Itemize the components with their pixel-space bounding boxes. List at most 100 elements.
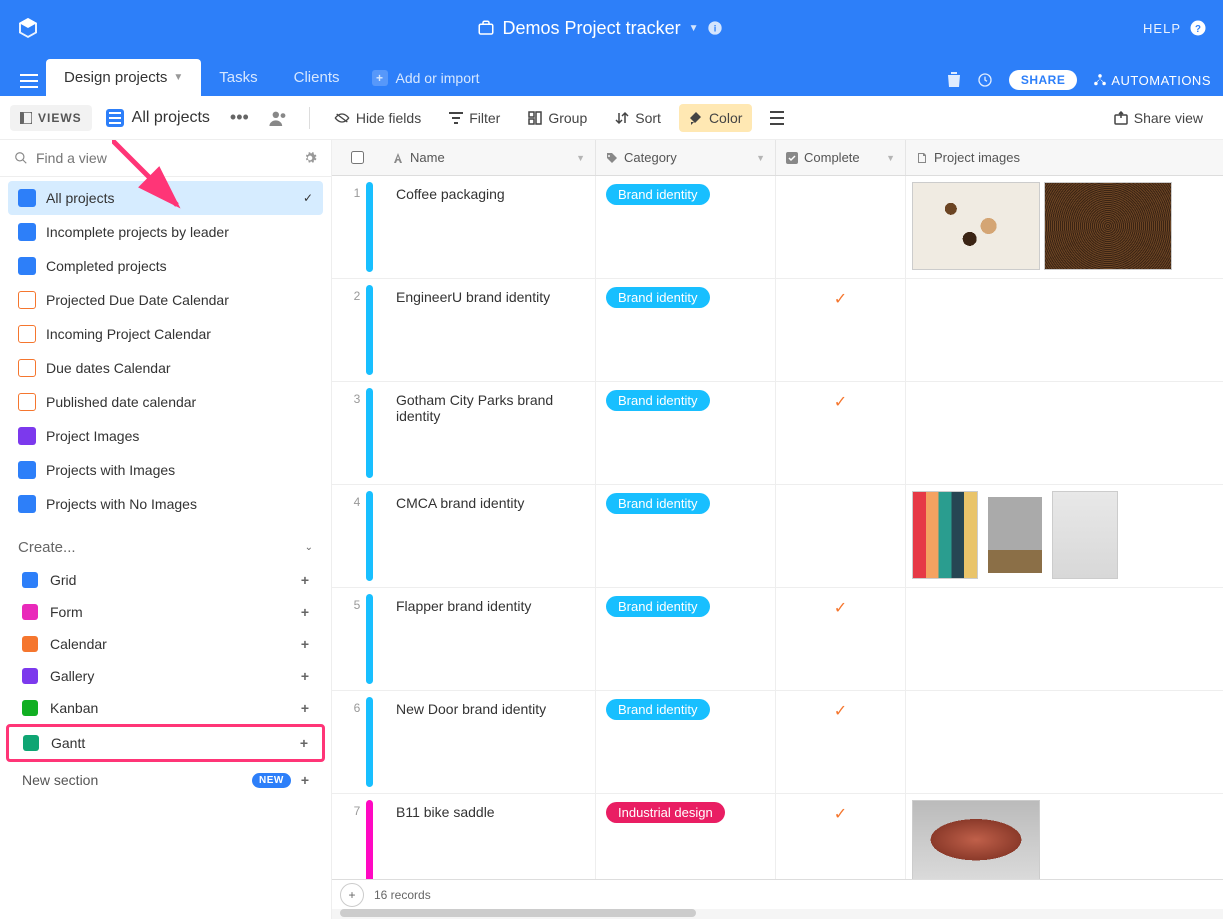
create-view-form[interactable]: Form+ xyxy=(8,596,323,628)
cell-images[interactable] xyxy=(906,176,1223,278)
cell-category[interactable]: Brand identity xyxy=(596,176,776,278)
sidebar-view-item[interactable]: Due dates Calendar xyxy=(8,351,323,385)
create-view-gallery[interactable]: Gallery+ xyxy=(8,660,323,692)
collaborators-icon[interactable] xyxy=(263,110,295,126)
automations-button[interactable]: AUTOMATIONS xyxy=(1093,73,1211,88)
share-view-button[interactable]: Share view xyxy=(1104,104,1213,132)
cell-name[interactable]: CMCA brand identity xyxy=(382,485,596,587)
cell-name[interactable]: Flapper brand identity xyxy=(382,588,596,690)
image-thumbnail[interactable] xyxy=(912,491,978,579)
cell-complete[interactable]: ✓ xyxy=(776,588,906,690)
gear-icon[interactable] xyxy=(303,151,317,165)
filter-button[interactable]: Filter xyxy=(439,104,510,132)
cell-complete[interactable] xyxy=(776,176,906,278)
sidebar-view-item[interactable]: Projects with Images xyxy=(8,453,323,487)
sidebar-view-item[interactable]: Published date calendar xyxy=(8,385,323,419)
cell-name[interactable]: Coffee packaging xyxy=(382,176,596,278)
cell-images[interactable] xyxy=(906,794,1223,879)
table-tab[interactable]: Clients xyxy=(276,59,358,96)
create-view-grid[interactable]: Grid+ xyxy=(8,564,323,596)
views-sidebar: All projects✓Incomplete projects by lead… xyxy=(0,140,332,919)
cell-category[interactable]: Brand identity xyxy=(596,588,776,690)
group-button[interactable]: Group xyxy=(518,104,597,132)
info-icon[interactable]: i xyxy=(707,20,723,36)
current-view-name[interactable]: All projects xyxy=(100,109,216,127)
horizontal-scrollbar[interactable] xyxy=(332,909,1223,919)
sidebar-view-item[interactable]: Projects with No Images xyxy=(8,487,323,521)
sort-button[interactable]: Sort xyxy=(605,104,671,132)
cell-complete[interactable]: ✓ xyxy=(776,382,906,484)
sidebar-view-item[interactable]: Incomplete projects by leader xyxy=(8,215,323,249)
cell-complete[interactable]: ✓ xyxy=(776,279,906,381)
create-view-gantt[interactable]: Gantt+ xyxy=(6,724,325,762)
row-height-button[interactable] xyxy=(760,105,794,131)
select-all-checkbox[interactable] xyxy=(351,151,364,164)
create-section-header[interactable]: Create...⌄ xyxy=(0,525,331,564)
new-section-button[interactable]: New section NEW + xyxy=(0,762,331,798)
chevron-down-icon[interactable]: ▼ xyxy=(689,23,699,34)
cell-complete[interactable] xyxy=(776,485,906,587)
color-button[interactable]: Color xyxy=(679,104,752,132)
cell-name[interactable]: New Door brand identity xyxy=(382,691,596,793)
cell-complete[interactable]: ✓ xyxy=(776,691,906,793)
cell-category[interactable]: Brand identity xyxy=(596,279,776,381)
sidebar-view-item[interactable]: Project Images xyxy=(8,419,323,453)
cell-images[interactable] xyxy=(906,382,1223,484)
history-icon[interactable] xyxy=(977,72,993,88)
cell-category[interactable]: Brand identity xyxy=(596,382,776,484)
cell-complete[interactable]: ✓ xyxy=(776,794,906,879)
column-header-name[interactable]: Name▼ xyxy=(382,140,596,175)
cell-name[interactable]: Gotham City Parks brand identity xyxy=(382,382,596,484)
cell-images[interactable] xyxy=(906,279,1223,381)
grid-row[interactable]: 3 Gotham City Parks brand identity Brand… xyxy=(332,382,1223,485)
help-link[interactable]: HELP xyxy=(1143,21,1181,36)
cell-images[interactable] xyxy=(906,485,1223,587)
image-thumbnail[interactable] xyxy=(912,800,1040,879)
grid-row[interactable]: 2 EngineerU brand identity Brand identit… xyxy=(332,279,1223,382)
cell-images[interactable] xyxy=(906,691,1223,793)
create-view-kanban[interactable]: Kanban+ xyxy=(8,692,323,724)
image-thumbnail[interactable] xyxy=(982,491,1048,579)
column-header-complete[interactable]: Complete▼ xyxy=(776,140,906,175)
base-title[interactable]: Demos Project tracker xyxy=(503,18,681,39)
sidebar-view-item[interactable]: All projects✓ xyxy=(8,181,323,215)
column-header-images[interactable]: Project images xyxy=(906,140,1223,175)
cell-category[interactable]: Industrial design xyxy=(596,794,776,879)
grid-row[interactable]: 4 CMCA brand identity Brand identity xyxy=(332,485,1223,588)
cell-category[interactable]: Brand identity xyxy=(596,691,776,793)
image-thumbnail[interactable] xyxy=(1044,182,1172,270)
sidebar-view-item[interactable]: Completed projects xyxy=(8,249,323,283)
grid-view: Name▼ Category▼ Complete▼ Project images… xyxy=(332,140,1223,919)
share-button[interactable]: SHARE xyxy=(1009,70,1078,90)
table-tab[interactable]: Design projects▼ xyxy=(46,59,201,96)
plus-icon: + xyxy=(301,772,309,788)
grid-row[interactable]: 7 B11 bike saddle Industrial design ✓ xyxy=(332,794,1223,879)
app-logo[interactable] xyxy=(16,16,40,40)
column-header-category[interactable]: Category▼ xyxy=(596,140,776,175)
grid-row[interactable]: 6 New Door brand identity Brand identity… xyxy=(332,691,1223,794)
menu-icon[interactable] xyxy=(12,66,46,96)
cell-images[interactable] xyxy=(906,588,1223,690)
sidebar-view-item[interactable]: Projected Due Date Calendar xyxy=(8,283,323,317)
image-thumbnail[interactable] xyxy=(912,182,1040,270)
cell-name[interactable]: B11 bike saddle xyxy=(382,794,596,879)
grid-row[interactable]: 1 Coffee packaging Brand identity xyxy=(332,176,1223,279)
sidebar-view-item[interactable]: Incoming Project Calendar xyxy=(8,317,323,351)
add-or-import-button[interactable]: + Add or import xyxy=(358,60,494,96)
trash-icon[interactable] xyxy=(947,72,961,88)
image-thumbnail[interactable] xyxy=(1052,491,1118,579)
view-type-icon xyxy=(18,427,36,445)
views-button[interactable]: VIEWS xyxy=(10,105,92,131)
table-tab[interactable]: Tasks xyxy=(201,59,275,96)
help-icon[interactable]: ? xyxy=(1189,19,1207,37)
cell-name[interactable]: EngineerU brand identity xyxy=(382,279,596,381)
check-icon: ✓ xyxy=(834,392,847,412)
add-row-button[interactable]: + xyxy=(340,883,364,907)
hide-fields-button[interactable]: Hide fields xyxy=(324,104,431,132)
create-view-calendar[interactable]: Calendar+ xyxy=(8,628,323,660)
grid-row[interactable]: 5 Flapper brand identity Brand identity … xyxy=(332,588,1223,691)
cell-category[interactable]: Brand identity xyxy=(596,485,776,587)
more-icon[interactable]: ••• xyxy=(224,107,255,128)
find-view-input[interactable] xyxy=(36,150,303,166)
briefcase-icon xyxy=(477,19,495,37)
